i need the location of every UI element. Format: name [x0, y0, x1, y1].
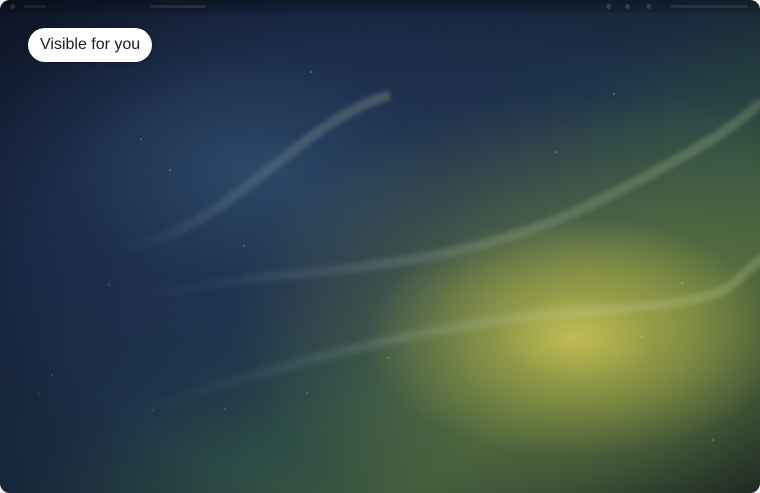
aurora-wave	[128, 98, 760, 305]
star	[108, 284, 110, 286]
visibility-badge: Visible for you	[28, 28, 153, 62]
star	[152, 409, 154, 411]
star	[169, 169, 171, 171]
star	[38, 393, 40, 395]
star-field	[38, 71, 714, 441]
menu-clock-placeholder	[670, 5, 748, 8]
menu-item-placeholder[interactable]	[24, 5, 46, 8]
star	[555, 151, 557, 153]
status-dot-icon[interactable]	[646, 4, 651, 9]
wallpaper-aurora	[38, 71, 760, 441]
star	[387, 357, 389, 359]
status-dot-icon[interactable]	[625, 4, 630, 9]
star	[306, 392, 308, 394]
menu-bar	[0, 0, 760, 13]
star	[310, 71, 312, 73]
star	[712, 439, 714, 441]
apple-menu-icon[interactable]	[10, 4, 15, 9]
aurora-wave	[138, 254, 760, 415]
star	[681, 282, 683, 284]
desktop-screen: Visible for you	[0, 0, 760, 493]
wallpaper-vignette	[0, 0, 760, 493]
star	[140, 138, 142, 140]
star	[243, 245, 245, 247]
aurora-wave	[119, 90, 392, 255]
star	[613, 93, 615, 95]
menu-item-placeholder[interactable]	[150, 5, 206, 8]
star	[51, 374, 53, 376]
star	[641, 336, 643, 338]
status-dot-icon[interactable]	[606, 4, 611, 9]
star	[224, 408, 226, 410]
